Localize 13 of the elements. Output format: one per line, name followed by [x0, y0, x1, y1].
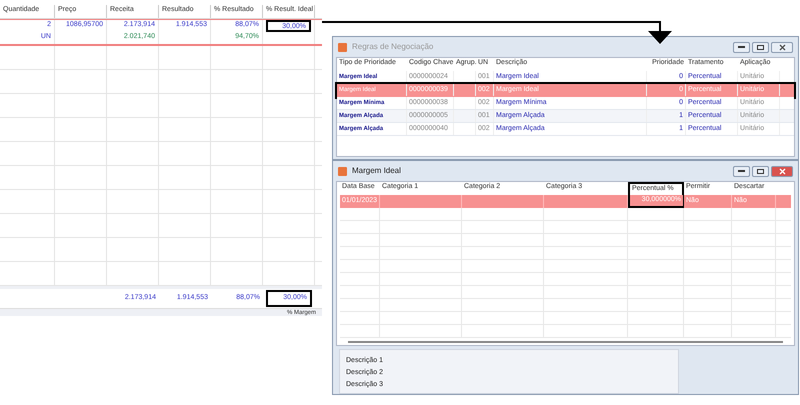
horizontal-scrollbar[interactable]: [348, 340, 783, 342]
app-icon: [338, 166, 347, 176]
window-title: Regras de Negociação: [352, 41, 434, 53]
window-title: Margem Ideal: [352, 165, 401, 177]
close-icon: [778, 44, 786, 50]
close-button[interactable]: [771, 42, 793, 52]
close-icon: [778, 168, 786, 174]
app-icon: [338, 42, 347, 52]
restore-button[interactable]: [752, 42, 769, 52]
close-button[interactable]: [771, 166, 793, 176]
restore-button[interactable]: [752, 166, 769, 176]
minimize-button[interactable]: [733, 42, 750, 52]
minimize-button[interactable]: [733, 166, 750, 176]
